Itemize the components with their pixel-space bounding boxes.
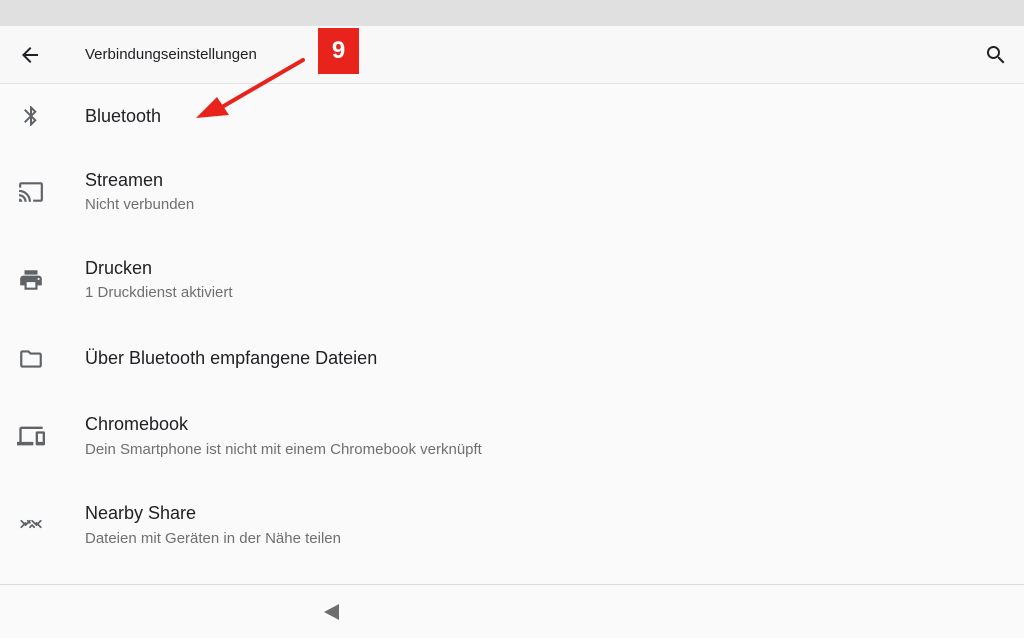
settings-item-title: Streamen: [85, 170, 164, 190]
settings-item-subtitle: 1 Druckdienst aktiviert: [85, 284, 233, 301]
folder-icon: [20, 350, 42, 368]
settings-item-title: Drucken: [85, 258, 153, 278]
arrow-back-icon: [22, 47, 38, 63]
back-button[interactable]: [12, 37, 48, 73]
navigation-bar: [0, 584, 1024, 638]
settings-item-title: Chromebook: [85, 414, 189, 434]
devices-icon: [17, 426, 45, 446]
settings-item-drucken[interactable]: Drucken 1 Druckdienst aktiviert: [0, 236, 1024, 324]
search-icon: [987, 46, 1005, 64]
settings-item-streamen[interactable]: Streamen Nicht verbunden: [0, 148, 1024, 236]
nav-back-button[interactable]: [318, 599, 344, 625]
settings-item-title: Bluetooth: [85, 106, 162, 126]
settings-item-title: Über Bluetooth empfangene Dateien: [85, 348, 378, 368]
settings-item-subtitle: Nicht verbunden: [85, 196, 195, 213]
step-badge: 9: [318, 28, 359, 74]
status-bar: [0, 0, 1024, 26]
settings-item-subtitle: Dateien mit Geräten in der Nähe teilen: [85, 530, 341, 547]
bluetooth-icon: [24, 106, 37, 126]
printer-icon: [20, 270, 42, 290]
settings-item-title: Nearby Share: [85, 503, 197, 523]
settings-item-received-files[interactable]: Über Bluetooth empfangene Dateien: [0, 324, 1024, 390]
settings-item-chromebook[interactable]: Chromebook Dein Smartphone ist nicht mit…: [0, 390, 1024, 480]
triangle-back-icon: [324, 604, 339, 620]
settings-item-nearby-share[interactable]: Nearby Share Dateien mit Geräten in der …: [0, 480, 1024, 570]
settings-item-subtitle: Dein Smartphone ist nicht mit einem Chro…: [85, 441, 482, 458]
cast-icon: [19, 182, 43, 202]
page-title: Verbindungseinstellungen: [85, 46, 257, 63]
search-button[interactable]: [978, 37, 1014, 73]
app-bar: Verbindungseinstellungen: [0, 26, 1024, 84]
nearby-share-icon: [20, 519, 42, 529]
settings-item-bluetooth[interactable]: Bluetooth: [0, 84, 1024, 148]
